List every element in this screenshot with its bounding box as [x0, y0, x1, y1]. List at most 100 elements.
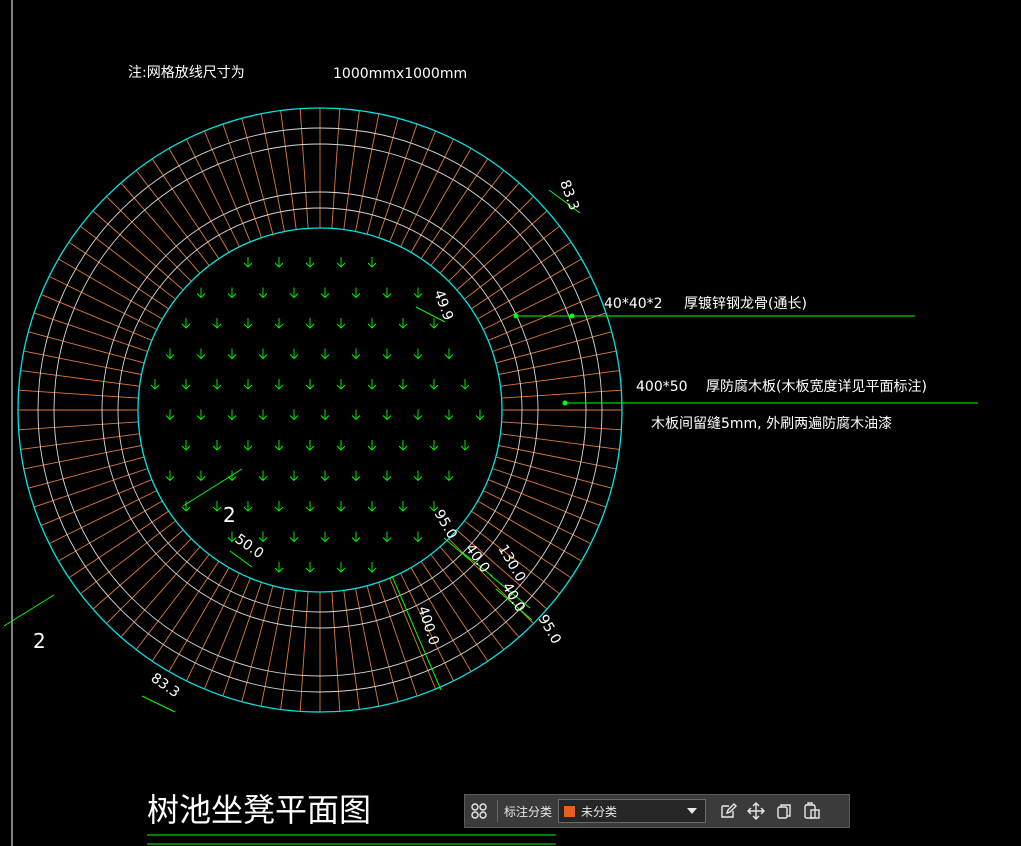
- plank-line: [331, 108, 341, 229]
- plank-line: [92, 210, 184, 291]
- plant-arrow: [274, 440, 284, 451]
- plant-arrow: [444, 470, 454, 482]
- leader-dot-1a: [513, 313, 519, 319]
- cad-drawing-canvas[interactable]: 注:网格放线尺寸为 1000mmx1000mm 40*40*2 厚镀锌钢龙骨(通…: [0, 0, 1021, 846]
- plant-arrow: [320, 348, 330, 360]
- drawing-title: 树池坐凳平面图: [147, 791, 371, 829]
- plant-arrow: [413, 470, 423, 482]
- plant-arrow: [150, 379, 160, 390]
- plant-arrow: [429, 379, 439, 390]
- plant-arrow: [382, 470, 392, 482]
- plank-line: [120, 182, 201, 274]
- plant-arrow: [258, 470, 268, 482]
- plank-line: [33, 312, 148, 352]
- plant-arrow: [212, 318, 222, 329]
- plant-arrow: [243, 379, 253, 390]
- grid-note-value: 1000mmx1000mm: [333, 66, 467, 82]
- section-line-inner: [182, 468, 243, 507]
- plant-arrow: [398, 379, 408, 390]
- dimension-lines: [141, 189, 581, 713]
- plant-arrow: [258, 348, 268, 360]
- plant-arrow: [429, 501, 439, 512]
- leader-dot-1b: [569, 313, 575, 319]
- plant-arrow: [444, 348, 454, 360]
- plank-line: [120, 546, 201, 638]
- paste-icon[interactable]: [798, 797, 826, 825]
- plant-arrow: [212, 440, 222, 451]
- plank-line: [18, 389, 139, 399]
- plant-arrow: [382, 409, 392, 421]
- plant-arrow: [413, 409, 423, 421]
- dim-400-0: 400.0: [414, 604, 442, 647]
- plank-line: [366, 118, 399, 235]
- plant-arrow: [165, 348, 175, 360]
- plant-arrow: [227, 409, 237, 421]
- plank-line: [492, 312, 607, 352]
- plank-line: [28, 331, 145, 364]
- plant-arrow: [305, 562, 315, 573]
- plank-line: [222, 123, 262, 238]
- plant-arrow: [351, 287, 361, 299]
- chevron-down-icon: [687, 808, 698, 814]
- plank-line: [68, 510, 169, 579]
- plant-arrow: [196, 470, 206, 482]
- plank-line: [33, 468, 148, 508]
- plant-arrow: [196, 409, 206, 421]
- plant-arrow: [413, 531, 423, 543]
- plank-line: [331, 591, 341, 712]
- plant-arrow: [398, 440, 408, 451]
- plant-arrow: [336, 379, 346, 390]
- plank-line: [151, 561, 220, 662]
- plant-arrow: [243, 501, 253, 512]
- category-color-swatch: [563, 804, 577, 818]
- plant-arrow: [274, 501, 284, 512]
- plant-arrow: [382, 531, 392, 543]
- callout-gap-text: 木板间留缝5mm, 外刷两遍防腐木油漆: [651, 415, 892, 432]
- plank-line: [464, 225, 560, 300]
- plank-line: [106, 538, 192, 624]
- plank-line: [241, 118, 274, 235]
- plank-line: [378, 123, 418, 238]
- category-select[interactable]: 未分类: [558, 799, 707, 823]
- plant-arrow: [274, 562, 284, 573]
- plant-arrow: [367, 379, 377, 390]
- plank-line: [40, 293, 153, 341]
- dim-130-0: 130.0: [495, 542, 529, 585]
- plant-arrow: [181, 379, 191, 390]
- plant-arrow: [289, 470, 299, 482]
- plant-arrow: [227, 287, 237, 299]
- plant-arrow: [351, 409, 361, 421]
- plant-arrow: [165, 470, 175, 482]
- plank-line: [487, 479, 600, 527]
- plank-line: [487, 293, 600, 341]
- plant-arrow: [243, 257, 253, 268]
- plant-arrow: [320, 531, 330, 543]
- plank-line: [151, 158, 220, 259]
- plank-line: [389, 130, 437, 243]
- plank-line: [439, 182, 520, 274]
- wood-plank-lines: [18, 108, 622, 712]
- plant-arrow: [243, 440, 253, 451]
- plant-arrow: [258, 287, 268, 299]
- plant-arrow: [289, 287, 299, 299]
- plant-arrow: [305, 379, 315, 390]
- plank-line: [68, 241, 169, 310]
- plant-arrow: [460, 379, 470, 390]
- plank-line: [501, 389, 622, 399]
- move-icon[interactable]: [742, 797, 770, 825]
- plant-arrow: [274, 379, 284, 390]
- plant-arrow: [413, 287, 423, 299]
- dim-40-0-b: 40.0: [499, 580, 528, 615]
- plank-line: [92, 529, 184, 610]
- plant-arrow: [320, 409, 330, 421]
- plant-arrow: [398, 318, 408, 329]
- plant-arrow: [320, 470, 330, 482]
- plank-line: [299, 591, 309, 712]
- category-value: 未分类: [581, 804, 618, 819]
- copy-icon[interactable]: [770, 797, 798, 825]
- edit-icon[interactable]: [714, 797, 742, 825]
- grid-icon[interactable]: [465, 797, 493, 825]
- plank-line: [40, 479, 153, 527]
- dim-95-0-a: 95.0: [431, 507, 460, 542]
- plant-arrow: [212, 501, 222, 512]
